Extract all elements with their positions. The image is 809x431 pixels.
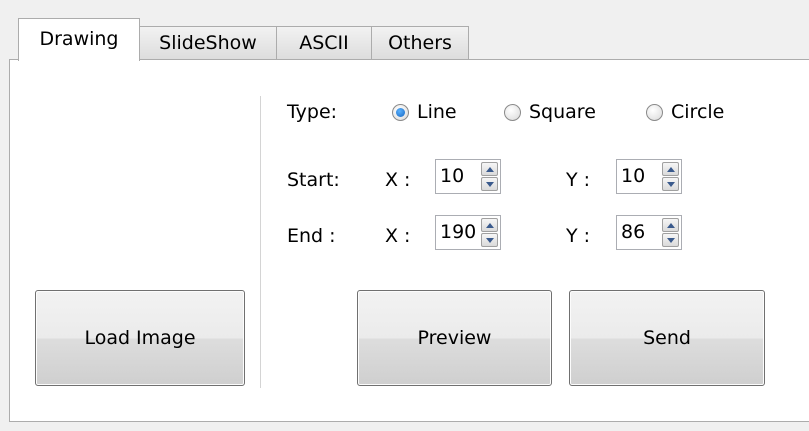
- panel-divider: [260, 96, 261, 388]
- tab-drawing[interactable]: Drawing: [18, 18, 140, 61]
- start-x-input[interactable]: [440, 164, 480, 188]
- radio-square-indicator[interactable]: [504, 103, 521, 121]
- end-x-down-arrow-icon[interactable]: [481, 233, 498, 247]
- start-y-up-arrow-icon[interactable]: [662, 162, 679, 176]
- radio-line-indicator[interactable]: [392, 103, 409, 121]
- radio-circle-indicator[interactable]: [646, 103, 663, 121]
- drawing-panel: Load Image Type: Line Square Circle Star…: [9, 59, 809, 422]
- preview-button[interactable]: Preview: [357, 290, 552, 386]
- radio-square[interactable]: Square: [504, 100, 596, 124]
- end-x-label: X :: [385, 225, 411, 247]
- tab-slideshow[interactable]: SlideShow: [139, 26, 277, 60]
- radio-circle[interactable]: Circle: [646, 100, 724, 124]
- end-y-down-arrow-icon[interactable]: [662, 233, 679, 247]
- start-x-down-arrow-icon[interactable]: [481, 177, 498, 191]
- start-x-stepper[interactable]: [435, 159, 501, 194]
- tab-ascii[interactable]: ASCII: [276, 26, 372, 60]
- send-button[interactable]: Send: [569, 290, 765, 386]
- start-x-label: X :: [385, 169, 411, 191]
- start-y-input[interactable]: [621, 164, 661, 188]
- end-label: End :: [287, 225, 336, 247]
- end-y-up-arrow-icon[interactable]: [662, 218, 679, 232]
- end-y-input[interactable]: [621, 220, 661, 244]
- end-x-stepper[interactable]: [435, 215, 501, 250]
- radio-square-label: Square: [529, 101, 596, 123]
- end-x-up-arrow-icon[interactable]: [481, 218, 498, 232]
- start-x-up-arrow-icon[interactable]: [481, 162, 498, 176]
- end-y-stepper[interactable]: [616, 215, 682, 250]
- start-label: Start:: [287, 169, 340, 191]
- type-label: Type:: [287, 101, 338, 123]
- start-y-down-arrow-icon[interactable]: [662, 177, 679, 191]
- radio-line-label: Line: [417, 101, 457, 123]
- start-y-stepper[interactable]: [616, 159, 682, 194]
- end-y-label: Y :: [566, 225, 591, 247]
- radio-circle-label: Circle: [671, 101, 725, 123]
- end-x-input[interactable]: [440, 220, 480, 244]
- start-y-label: Y :: [566, 169, 591, 191]
- tab-others[interactable]: Others: [371, 26, 469, 60]
- radio-line[interactable]: Line: [392, 100, 457, 124]
- load-image-button[interactable]: Load Image: [35, 290, 245, 386]
